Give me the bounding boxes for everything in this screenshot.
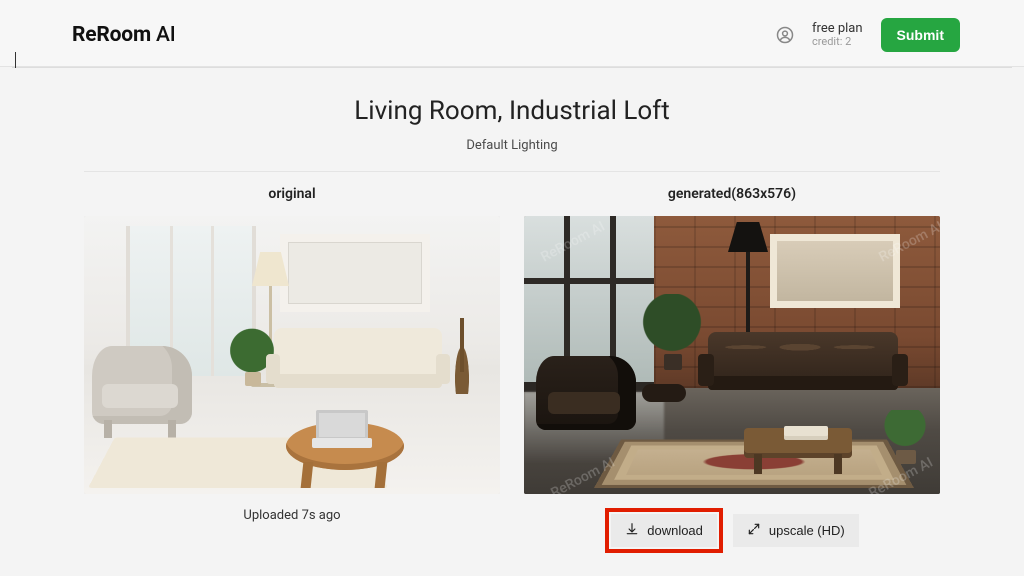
original-scene <box>84 216 500 494</box>
app-logo[interactable]: ReRoom AI <box>72 23 175 47</box>
download-label: download <box>647 523 703 538</box>
plan-credit: credit: 2 <box>812 36 863 48</box>
generated-image[interactable]: ReRoom AI ReRoom AI ReRoom AI ReRoom AI <box>524 216 940 494</box>
page-subtitle: Default Lighting <box>84 138 940 153</box>
generated-scene: ReRoom AI ReRoom AI ReRoom AI ReRoom AI <box>524 216 940 494</box>
page-title: Living Room, Industrial Loft <box>84 96 940 126</box>
original-label: original <box>84 186 500 202</box>
generated-column: generated(863x576) <box>524 186 940 553</box>
logo-suffix: AI <box>151 23 176 47</box>
user-icon[interactable] <box>776 26 794 44</box>
image-columns: original Uploaded 7s ago <box>84 186 940 553</box>
download-icon <box>625 522 639 539</box>
main-content: Living Room, Industrial Loft Default Lig… <box>84 68 940 553</box>
uploaded-time-label: Uploaded 7s ago <box>243 508 340 523</box>
app-header: ReRoom AI free plan credit: 2 Submit <box>0 0 1024 67</box>
upscale-label: upscale (HD) <box>769 523 845 538</box>
download-highlight: download <box>605 508 723 553</box>
logo-main: ReRoom <box>72 23 151 47</box>
original-caption-row: Uploaded 7s ago <box>84 508 500 523</box>
submit-button[interactable]: Submit <box>881 18 960 52</box>
section-divider <box>84 171 940 172</box>
plan-info: free plan credit: 2 <box>812 22 863 48</box>
header-right: free plan credit: 2 Submit <box>776 18 960 52</box>
original-column: original Uploaded 7s ago <box>84 186 500 553</box>
plan-name: free plan <box>812 22 863 36</box>
upscale-button[interactable]: upscale (HD) <box>733 514 859 547</box>
generated-actions-row: download upscale (HD) <box>524 508 940 553</box>
expand-icon <box>747 522 761 539</box>
text-caret <box>15 52 16 68</box>
generated-label: generated(863x576) <box>524 186 940 202</box>
original-image[interactable] <box>84 216 500 494</box>
download-button[interactable]: download <box>611 514 717 547</box>
